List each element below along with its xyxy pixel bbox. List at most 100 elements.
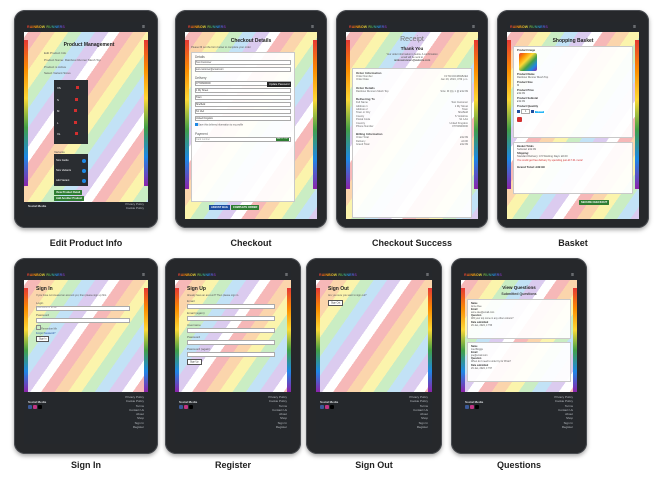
app-bar: RAINBOW RUNNERS ≡ <box>175 270 291 280</box>
instagram-icon[interactable] <box>470 405 474 409</box>
size-row[interactable]: XS <box>57 83 85 95</box>
facebook-icon[interactable] <box>320 405 324 409</box>
full-name-field[interactable]: Test Customer <box>195 60 291 65</box>
tablet-screen: RAINBOW RUNNERS ≡ Sign Out Are you sure … <box>316 270 432 444</box>
forgot-password-link[interactable]: Forgot Password? <box>36 332 130 335</box>
site-footer: Social Media Privacy Policy Cookie Polic… <box>175 392 291 444</box>
page-title: Checkout Details <box>230 38 272 44</box>
size-panel: XS S M L XL <box>54 80 88 144</box>
menu-icon[interactable]: ≡ <box>285 272 288 278</box>
sign-up-button[interactable]: Sign Up <box>187 358 202 365</box>
question-entry: Name Joe Bloggs Email joe@email.com Ques… <box>467 342 571 382</box>
tile-sign-in: RAINBOW RUNNERS ≡ Sign In If you have no… <box>14 258 158 478</box>
decrease-qty-button[interactable] <box>517 110 520 113</box>
caption-register: Register <box>214 460 251 470</box>
app-bar: RAINBOW RUNNERS ≡ <box>507 22 639 32</box>
page-title: Sign Up <box>187 286 206 292</box>
remember-checkbox[interactable] <box>36 325 41 330</box>
page-title: Sign Out <box>328 286 349 292</box>
x-icon[interactable] <box>189 405 193 409</box>
tile-checkout: RAINBOW RUNNERS ≡ Checkout Details Pleas… <box>175 10 327 250</box>
menu-icon[interactable]: ≡ <box>142 24 145 30</box>
tablet-screen: RAINBOW RUNNERS ≡ Sign In If you have no… <box>24 270 148 444</box>
instagram-icon[interactable] <box>33 405 37 409</box>
town-field[interactable]: Town <box>195 95 291 100</box>
caption-checkout: Checkout <box>230 238 272 248</box>
caption-checkout-success: Checkout Success <box>371 238 453 248</box>
brand-logo[interactable]: RAINBOW RUNNERS <box>464 273 502 277</box>
brand-logo[interactable]: RAINBOW RUNNERS <box>510 25 548 29</box>
facebook-icon[interactable] <box>465 405 469 409</box>
add-product-button[interactable]: Add Another Product <box>54 196 85 201</box>
tablet-screen: RAINBOW RUNNERS ≡ Receipt Thank You Your… <box>346 22 478 219</box>
variant-row[interactable]: Add Variant <box>56 176 86 186</box>
increase-qty-button[interactable] <box>531 110 535 113</box>
tile-sign-out: RAINBOW RUNNERS ≡ Sign Out Are you sure … <box>306 258 442 478</box>
login-input[interactable]: Username or Email <box>36 306 130 311</box>
tile-register: RAINBOW RUNNERS ≡ Sign Up Already have a… <box>165 258 301 478</box>
email-field[interactable]: test.customer@email.com <box>195 67 291 72</box>
password-input[interactable] <box>187 340 275 345</box>
size-row[interactable]: XL <box>57 129 85 141</box>
page-title: View Questions <box>502 285 536 290</box>
brand-logo[interactable]: RAINBOW RUNNERS <box>27 25 65 29</box>
page-title: Sign In <box>36 286 53 292</box>
x-icon[interactable] <box>475 405 479 409</box>
brand-logo[interactable]: RAINBOW RUNNERS <box>349 25 387 29</box>
remove-item-button[interactable] <box>517 117 522 122</box>
password-input[interactable] <box>36 318 130 323</box>
tile-questions: RAINBOW RUNNERS ≡ View Questions Submitt… <box>451 258 587 478</box>
email-again-input[interactable] <box>187 316 275 321</box>
complete-order-button[interactable]: COMPLETE ORDER <box>230 205 260 210</box>
secure-checkout-button[interactable]: SECURE CHECKOUT <box>579 200 610 205</box>
email-input[interactable] <box>187 304 275 309</box>
size-row[interactable]: S <box>57 95 85 107</box>
size-row[interactable]: L <box>57 118 85 130</box>
app-bar: RAINBOW RUNNERS ≡ <box>24 22 148 32</box>
tablet-screen: RAINBOW RUNNERS ≡ View Questions Submitt… <box>461 270 577 444</box>
menu-icon[interactable]: ≡ <box>571 272 574 278</box>
x-icon[interactable] <box>330 405 334 409</box>
x-icon[interactable] <box>38 405 42 409</box>
update-button[interactable]: Update <box>535 110 545 113</box>
country-field[interactable]: United Kingdom <box>195 116 291 121</box>
facebook-icon[interactable] <box>28 405 32 409</box>
tile-checkout-success: RAINBOW RUNNERS ≡ Receipt Thank You Your… <box>336 10 488 250</box>
username-input[interactable] <box>187 328 275 333</box>
menu-icon[interactable]: ≡ <box>472 24 475 30</box>
card-field[interactable]: Card number MM/YY CVC <box>195 136 291 142</box>
size-row[interactable]: M <box>57 106 85 118</box>
address1-field[interactable]: 1 My Street <box>195 88 291 93</box>
brand-logo[interactable]: RAINBOW RUNNERS <box>188 25 226 29</box>
caption-sign-out: Sign Out <box>355 460 393 470</box>
menu-icon[interactable]: ≡ <box>633 24 636 30</box>
site-footer: Social Media Privacy Policy Cookie Polic… <box>316 392 432 444</box>
sign-in-button[interactable]: Sign In <box>36 336 50 342</box>
menu-icon[interactable]: ≡ <box>426 272 429 278</box>
sign-out-button[interactable]: Sign Out <box>328 299 344 306</box>
view-product-button[interactable]: View Product Detail <box>54 190 83 195</box>
password-again-input[interactable] <box>187 352 275 357</box>
instagram-icon[interactable] <box>184 405 188 409</box>
receipt-card: Order Information Order Number F1T1F34C2B… <box>352 68 472 218</box>
county-field[interactable]: Sheffield <box>195 102 291 107</box>
menu-icon[interactable]: ≡ <box>311 24 314 30</box>
tablet-screen: RAINBOW RUNNERS ≡ Product Management Edi… <box>24 22 148 216</box>
caption-edit: Edit Product Info <box>49 238 123 248</box>
variant-row[interactable]: Size Variants <box>56 166 86 176</box>
caption-questions: Questions <box>496 460 541 470</box>
brand-logo[interactable]: RAINBOW RUNNERS <box>178 273 216 277</box>
facebook-icon[interactable] <box>179 405 183 409</box>
variant-row[interactable]: Size Guide <box>56 156 86 166</box>
app-bar: RAINBOW RUNNERS ≡ <box>24 270 148 280</box>
quantity-input[interactable]: 1 <box>521 109 531 114</box>
instagram-icon[interactable] <box>325 405 329 409</box>
caption-basket: Basket <box>558 238 588 248</box>
postcode-field[interactable]: S1 1AA <box>195 109 291 114</box>
adjust-bag-button[interactable]: ADJUST BAG <box>209 205 230 210</box>
brand-logo[interactable]: RAINBOW RUNNERS <box>27 273 65 277</box>
menu-icon[interactable]: ≡ <box>142 272 145 278</box>
basket-item-card: Product Image Product Name Rainbow Runne… <box>513 46 633 138</box>
brand-logo[interactable]: RAINBOW RUNNERS <box>319 273 357 277</box>
tablet-screen: RAINBOW RUNNERS ≡ Checkout Details Pleas… <box>185 22 317 219</box>
